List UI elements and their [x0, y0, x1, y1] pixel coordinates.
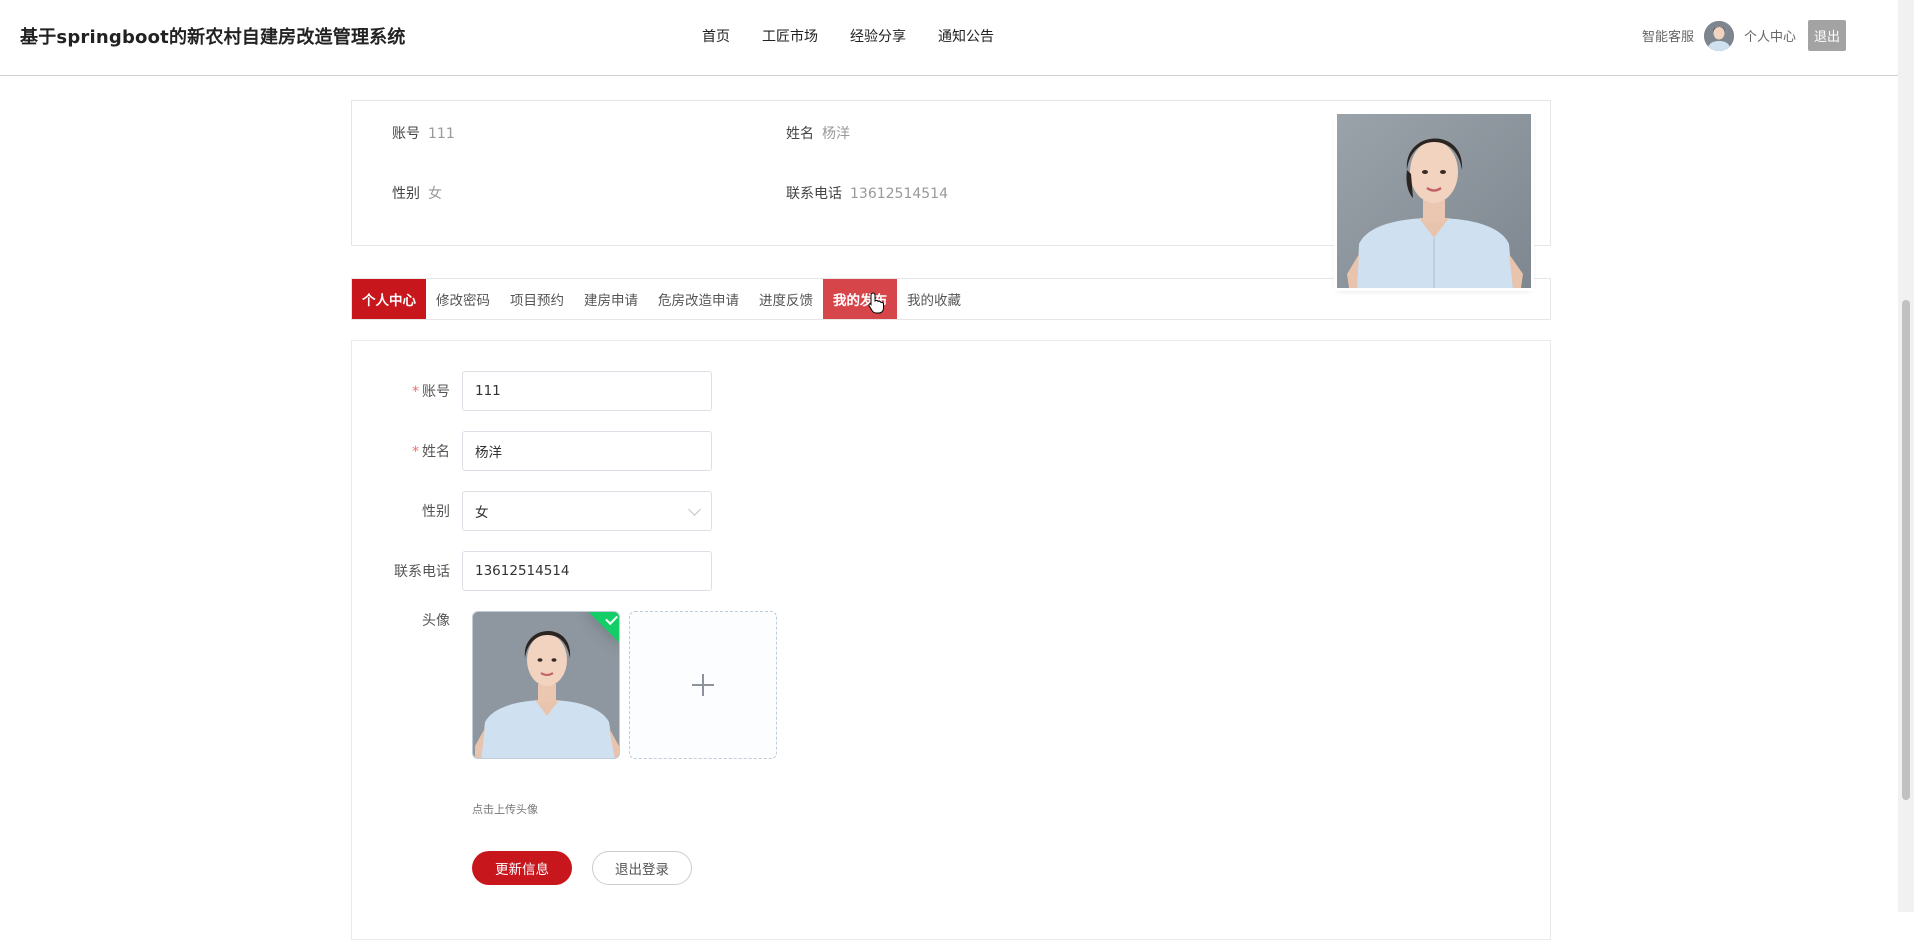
scrollbar-thumb[interactable] — [1902, 300, 1910, 800]
summary-account-label: 账号 — [392, 126, 420, 142]
gender-select-value: 女 — [475, 505, 489, 521]
summary-name-label: 姓名 — [786, 126, 814, 142]
logout-account-button[interactable]: 退出登录 — [592, 851, 692, 885]
nav-notice[interactable]: 通知公告 — [938, 26, 994, 46]
tab-personal-center[interactable]: 个人中心 — [352, 279, 426, 319]
uploaded-avatar-thumbnail[interactable] — [472, 611, 620, 759]
logout-button[interactable]: 退出 — [1807, 20, 1846, 51]
phone-input[interactable] — [462, 551, 712, 591]
tab-renovation-application[interactable]: 危房改造申请 — [648, 279, 749, 319]
avatar-image — [1703, 20, 1734, 51]
name-label: * 姓名 — [412, 444, 450, 460]
nav-experience-share[interactable]: 经验分享 — [850, 26, 906, 46]
phone-label: 联系电话 — [394, 564, 450, 580]
summary-phone-value: 13612514514 — [850, 186, 948, 202]
form-row-name: * 姓名 — [352, 431, 712, 471]
tab-my-posts[interactable]: 我的发布 — [823, 279, 897, 319]
top-header: 基于springboot的新农村自建房改造管理系统 首页 工匠市场 经验分享 通… — [0, 0, 1898, 76]
summary-name-value: 杨洋 — [822, 126, 850, 142]
user-avatar[interactable] — [1703, 20, 1734, 51]
chevron-down-icon — [688, 502, 701, 516]
upload-hint: 点击上传头像 — [472, 803, 538, 816]
avatar-upload-button[interactable] — [629, 611, 777, 759]
account-input[interactable] — [462, 371, 712, 411]
page-scrollbar[interactable] — [1898, 0, 1914, 912]
form-row-account: * 账号 — [352, 371, 712, 411]
summary-account: 账号 111 — [392, 123, 455, 143]
summary-account-value: 111 — [428, 126, 455, 142]
profile-form: *账号 *姓名 性别 女 联系电话 头像 — [351, 340, 1551, 940]
summary-phone: 联系电话 13612514514 — [786, 183, 948, 203]
main-nav: 首页 工匠市场 经验分享 通知公告 — [702, 26, 994, 46]
nav-home[interactable]: 首页 — [702, 26, 730, 46]
form-row-avatar: 头像 — [352, 611, 462, 631]
avatar-label: 头像 — [422, 613, 450, 629]
tab-progress-feedback[interactable]: 进度反馈 — [749, 279, 823, 319]
tab-build-application[interactable]: 建房申请 — [574, 279, 648, 319]
site-title: 基于springboot的新农村自建房改造管理系统 — [20, 27, 406, 48]
form-row-phone: 联系电话 — [352, 551, 712, 591]
summary-phone-label: 联系电话 — [786, 186, 842, 202]
summary-gender-value: 女 — [428, 186, 442, 202]
uploaded-avatar-image — [473, 612, 619, 758]
required-mark: * — [412, 444, 419, 460]
required-mark: * — [412, 384, 419, 400]
profile-photo-image — [1337, 114, 1531, 288]
summary-gender: 性别女 — [392, 183, 442, 203]
summary-gender-label: 性别 — [392, 186, 420, 202]
user-center-link[interactable]: 个人中心 — [1744, 26, 1796, 45]
smart-service-link[interactable]: 智能客服 — [1642, 26, 1694, 45]
nav-craftsman-market[interactable]: 工匠市场 — [762, 26, 818, 46]
tab-my-favorites[interactable]: 我的收藏 — [897, 279, 971, 319]
summary-name: 姓名 杨洋 — [786, 123, 850, 143]
gender-select[interactable]: 女 — [462, 491, 712, 531]
tab-change-password[interactable]: 修改密码 — [426, 279, 500, 319]
form-row-gender: 性别 女 — [352, 491, 712, 531]
tab-project-booking[interactable]: 项目预约 — [500, 279, 574, 319]
profile-photo — [1337, 114, 1531, 288]
check-icon — [605, 612, 618, 626]
account-label: * 账号 — [412, 384, 450, 400]
gender-label: 性别 — [422, 504, 450, 520]
header-user-area: 智能客服 个人中心 退出 — [1642, 20, 1846, 51]
name-input[interactable] — [462, 431, 712, 471]
update-info-button[interactable]: 更新信息 — [472, 851, 572, 885]
plus-icon — [692, 674, 714, 696]
